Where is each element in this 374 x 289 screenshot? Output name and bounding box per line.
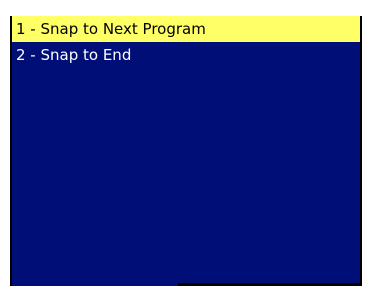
snap-menu-list: 1 - Snap to Next Program 2 - Snap to End: [12, 16, 360, 68]
bottom-divider: [178, 283, 362, 286]
menu-item-snap-to-next-program[interactable]: 1 - Snap to Next Program: [12, 16, 360, 42]
menu-item-snap-to-end[interactable]: 2 - Snap to End: [12, 42, 360, 68]
snap-menu-panel: 1 - Snap to Next Program 2 - Snap to End: [10, 16, 362, 286]
